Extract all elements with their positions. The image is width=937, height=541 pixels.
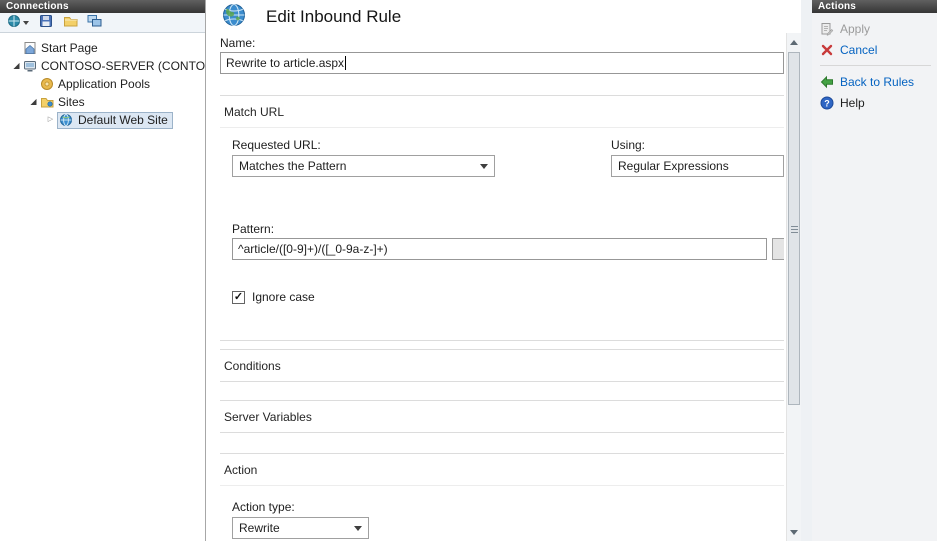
server-icon — [23, 59, 38, 73]
actions-separator — [820, 65, 931, 66]
scroll-up-arrow-icon — [790, 36, 798, 45]
chevron-down-icon — [23, 21, 29, 28]
help-button[interactable]: ? Help — [820, 93, 933, 113]
cancel-button[interactable]: Cancel — [820, 40, 933, 60]
apply-button[interactable]: Apply — [820, 19, 933, 39]
text-caret — [345, 56, 346, 70]
new-connection-icon — [7, 14, 21, 31]
section-action-title[interactable]: Action — [220, 454, 784, 486]
start-page-icon — [23, 41, 38, 55]
section-action: Action Action type: Rewrite — [220, 453, 784, 541]
connections-tree: Start Page ◢ CONTOSO-SERVER (CONTOS Appl… — [0, 33, 205, 129]
requested-url-select[interactable]: Matches the Pattern — [232, 155, 495, 177]
section-match-url-title[interactable]: Match URL — [220, 96, 784, 128]
scroll-up-button[interactable] — [787, 33, 801, 50]
sites-folder-icon — [40, 95, 55, 109]
section-server-variables: Server Variables — [220, 400, 784, 433]
scroll-down-button[interactable] — [787, 524, 801, 541]
tree-item-application-pools[interactable]: Application Pools — [0, 75, 205, 93]
tree-item-label: CONTOSO-SERVER (CONTOS — [41, 59, 205, 73]
connect-site-button[interactable] — [83, 14, 105, 32]
tree-item-start-page[interactable]: Start Page — [0, 39, 205, 57]
back-to-rules-button[interactable]: Back to Rules — [820, 72, 933, 92]
page-title: Edit Inbound Rule — [266, 7, 401, 27]
pattern-input[interactable]: ^article/([0-9]+)/([_0-9a-z-]+) — [232, 238, 767, 260]
cancel-x-icon — [820, 43, 834, 57]
action-type-select[interactable]: Rewrite — [232, 517, 369, 539]
requested-url-label: Requested URL: — [232, 138, 495, 152]
application-pools-icon — [40, 77, 55, 91]
action-type-label: Action type: — [232, 500, 784, 514]
name-label: Name: — [220, 36, 784, 50]
save-connections-icon — [39, 14, 53, 31]
feature-pane: Edit Inbound Rule Name: Rewrite to artic… — [206, 0, 801, 541]
checkmark-icon: ✓ — [234, 291, 243, 303]
iis-manager-window: Connections — [0, 0, 937, 541]
ignore-case-label: Ignore case — [252, 290, 315, 304]
section-match-url: Match URL Requested URL: Matches the Pat… — [220, 95, 784, 341]
tree-expander-icon: ◢ — [27, 93, 40, 111]
using-select[interactable]: Regular Expressions — [611, 155, 784, 177]
back-arrow-icon — [820, 75, 834, 89]
section-conditions: Conditions — [220, 349, 784, 382]
tree-expander-icon: ◢ — [10, 57, 23, 75]
cancel-label: Cancel — [840, 43, 877, 57]
svg-text:?: ? — [824, 98, 830, 108]
chevron-down-icon — [354, 526, 362, 535]
vertical-scrollbar[interactable] — [786, 33, 801, 541]
pattern-label: Pattern: — [232, 222, 784, 236]
action-type-value: Rewrite — [239, 521, 280, 535]
tree-item-label: Sites — [58, 95, 85, 109]
actions-panel: Actions Apply Cancel Back to Rules — [812, 0, 937, 541]
tree-item-label: Application Pools — [58, 77, 150, 91]
rule-name-value: Rewrite to article.aspx — [226, 56, 344, 70]
test-pattern-button-partial[interactable] — [772, 238, 784, 260]
scroll-down-arrow-icon — [790, 530, 798, 539]
section-server-variables-title[interactable]: Server Variables — [220, 401, 784, 432]
actions-panel-title: Actions — [812, 0, 937, 13]
apply-icon — [820, 22, 834, 36]
help-label: Help — [840, 96, 865, 110]
pattern-value: ^article/([0-9]+)/([_0-9a-z-]+) — [238, 242, 388, 256]
connections-panel: Connections — [0, 0, 206, 541]
using-value: Regular Expressions — [618, 159, 729, 173]
section-conditions-title[interactable]: Conditions — [220, 350, 784, 381]
chevron-down-icon — [480, 164, 488, 173]
tree-item-server[interactable]: ◢ CONTOSO-SERVER (CONTOS — [0, 57, 205, 75]
tree-item-sites[interactable]: ◢ Sites — [0, 93, 205, 111]
rule-form: Name: Rewrite to article.aspx Match URL … — [206, 33, 786, 541]
website-globe-icon — [59, 113, 74, 127]
page-header: Edit Inbound Rule — [206, 0, 801, 33]
new-connection-button[interactable] — [3, 14, 33, 32]
back-to-rules-label: Back to Rules — [840, 75, 914, 89]
connect-folder-button[interactable] — [59, 14, 81, 32]
requested-url-value: Matches the Pattern — [239, 159, 346, 173]
ignore-case-checkbox[interactable]: ✓ — [232, 291, 245, 304]
help-icon: ? — [820, 96, 834, 110]
selected-tree-item-highlight: Default Web Site — [57, 112, 173, 129]
connections-toolbar — [0, 13, 205, 33]
save-connections-button[interactable] — [35, 14, 57, 32]
tree-item-default-web-site[interactable]: ▷ Default Web Site — [0, 111, 205, 129]
tree-item-label: Default Web Site — [78, 113, 168, 127]
scrollbar-grip-icon — [791, 229, 798, 230]
connect-folder-icon — [63, 14, 78, 31]
using-label: Using: — [611, 138, 784, 152]
tree-expander-icon: ▷ — [44, 111, 57, 129]
scrollbar-thumb[interactable] — [788, 52, 800, 405]
connections-panel-title: Connections — [0, 0, 205, 13]
tree-item-label: Start Page — [41, 41, 98, 55]
apply-label: Apply — [840, 22, 870, 36]
globe-icon — [221, 2, 247, 31]
connect-site-icon — [87, 14, 102, 31]
rule-name-input[interactable]: Rewrite to article.aspx — [220, 52, 784, 74]
